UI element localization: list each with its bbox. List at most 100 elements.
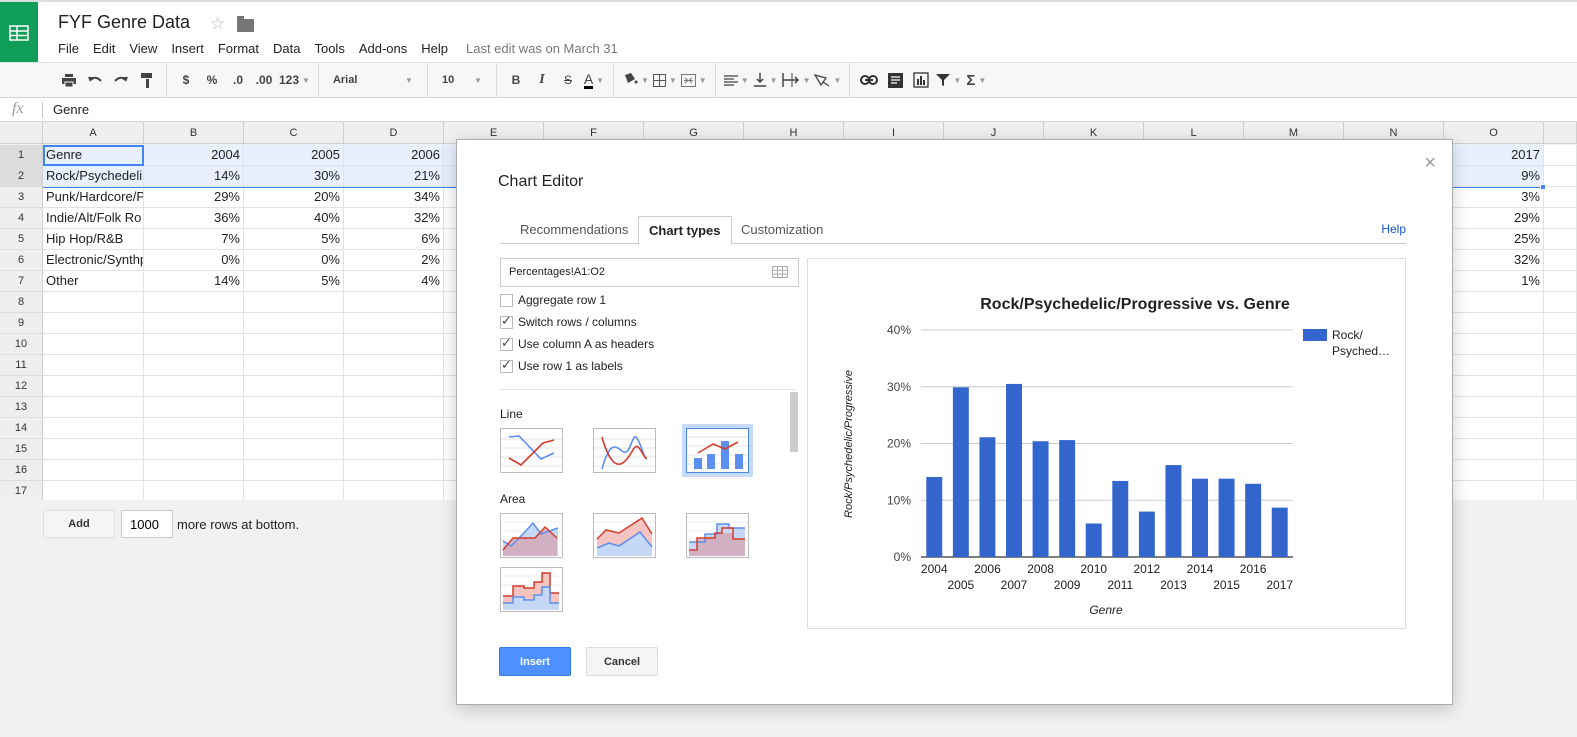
folder-icon[interactable] [237, 16, 255, 32]
close-icon[interactable]: × [1424, 152, 1436, 175]
cell-c12[interactable] [244, 376, 344, 397]
cell-c14[interactable] [244, 418, 344, 439]
stacked-stepped-area-chart-thumbnail[interactable] [500, 567, 563, 612]
cell-p15[interactable] [1544, 439, 1577, 460]
cell-c3[interactable]: 20% [244, 187, 344, 208]
fill-color-button[interactable]: ▼ [622, 68, 649, 92]
row-header-16[interactable]: 16 [0, 460, 43, 481]
strikethrough-button[interactable]: S [557, 68, 579, 92]
cell-p7[interactable] [1544, 271, 1577, 292]
more-formats-button[interactable]: 123 ▼ [279, 68, 310, 92]
cell-o14[interactable] [1444, 418, 1544, 439]
menu-data[interactable]: Data [273, 41, 300, 56]
italic-button[interactable]: I [531, 68, 553, 92]
cell-o12[interactable] [1444, 376, 1544, 397]
bar-2012[interactable] [1138, 511, 1155, 557]
cell-b10[interactable] [144, 334, 244, 355]
cell-a12[interactable] [43, 376, 144, 397]
bar-2005[interactable] [952, 387, 969, 557]
cell-p12[interactable] [1544, 376, 1577, 397]
row-header-17[interactable]: 17 [0, 481, 43, 502]
cell-d10[interactable] [344, 334, 444, 355]
bar-2008[interactable] [1032, 441, 1049, 557]
cell-d13[interactable] [344, 397, 444, 418]
column-header-a[interactable]: A [43, 122, 144, 144]
cell-o17[interactable] [1444, 481, 1544, 502]
use-row-1-labels-checkbox[interactable]: Use row 1 as labels [500, 357, 623, 373]
cell-p10[interactable] [1544, 334, 1577, 355]
cell-c7[interactable]: 5% [244, 271, 344, 292]
tab-customization[interactable]: Customization [731, 216, 833, 244]
menu-file[interactable]: File [58, 41, 79, 56]
cell-o2[interactable]: 9% [1444, 166, 1544, 187]
cell-o13[interactable] [1444, 397, 1544, 418]
insert-button[interactable]: Insert [499, 647, 571, 676]
cell-c5[interactable]: 5% [244, 229, 344, 250]
vertical-align-button[interactable]: ▼ [753, 68, 778, 92]
help-link[interactable]: Help [1381, 222, 1406, 236]
cell-p1[interactable] [1544, 145, 1577, 166]
cell-o15[interactable] [1444, 439, 1544, 460]
cell-p2[interactable] [1544, 166, 1577, 187]
star-icon[interactable]: ☆ [210, 14, 225, 34]
fill-handle[interactable] [1540, 184, 1546, 190]
cell-d11[interactable] [344, 355, 444, 376]
row-header-10[interactable]: 10 [0, 334, 43, 355]
cell-o9[interactable] [1444, 313, 1544, 334]
checkbox[interactable] [500, 293, 513, 307]
cell-b6[interactable]: 0% [144, 250, 244, 271]
bar-2015[interactable] [1218, 478, 1235, 557]
cell-b4[interactable]: 36% [144, 208, 244, 229]
column-header-p[interactable] [1544, 122, 1577, 144]
menu-tools[interactable]: Tools [314, 41, 344, 56]
use-column-a-headers-checkbox[interactable]: Use column A as headers [500, 335, 654, 351]
cell-p5[interactable] [1544, 229, 1577, 250]
cell-a11[interactable] [43, 355, 144, 376]
cell-o8[interactable] [1444, 292, 1544, 313]
cell-a13[interactable] [43, 397, 144, 418]
checkbox-checked[interactable] [500, 357, 513, 373]
cell-a3[interactable]: Punk/Hardcore/P [43, 187, 144, 208]
row-header-15[interactable]: 15 [0, 439, 43, 460]
cell-b15[interactable] [144, 439, 244, 460]
decrease-decimal-button[interactable]: .0 [227, 68, 249, 92]
cell-b3[interactable]: 29% [144, 187, 244, 208]
cell-b17[interactable] [144, 481, 244, 502]
sheets-logo[interactable] [0, 2, 38, 63]
cell-d12[interactable] [344, 376, 444, 397]
cell-o16[interactable] [1444, 460, 1544, 481]
cell-p16[interactable] [1544, 460, 1577, 481]
cell-c17[interactable] [244, 481, 344, 502]
cell-c11[interactable] [244, 355, 344, 376]
cell-o6[interactable]: 32% [1444, 250, 1544, 271]
cell-b13[interactable] [144, 397, 244, 418]
row-header-5[interactable]: 5 [0, 229, 43, 250]
combo-chart-thumbnail[interactable] [682, 424, 753, 477]
row-header-6[interactable]: 6 [0, 250, 43, 271]
column-header-c[interactable]: C [244, 122, 344, 144]
cell-d8[interactable] [344, 292, 444, 313]
line-chart-thumbnail[interactable] [500, 428, 563, 473]
bar-2017[interactable] [1271, 507, 1288, 557]
menu-view[interactable]: View [129, 41, 157, 56]
formula-input[interactable]: Genre [53, 102, 89, 117]
text-color-button[interactable]: A ▼ [583, 68, 605, 92]
cell-d7[interactable]: 4% [344, 271, 444, 292]
row-header-2[interactable]: 2 [0, 166, 43, 187]
cell-a8[interactable] [43, 292, 144, 313]
bar-2014[interactable] [1192, 478, 1208, 557]
cell-b1[interactable]: 2004 [144, 145, 244, 166]
font-family-select[interactable]: Arial ▼ [327, 68, 419, 92]
cell-d1[interactable]: 2006 [344, 145, 444, 166]
cell-a16[interactable] [43, 460, 144, 481]
chart-types-scrollbar[interactable] [790, 392, 798, 452]
cell-o4[interactable]: 29% [1444, 208, 1544, 229]
add-rows-count-input[interactable] [121, 510, 173, 538]
cell-p6[interactable] [1544, 250, 1577, 271]
checkbox-checked[interactable] [500, 335, 513, 351]
cell-o10[interactable] [1444, 334, 1544, 355]
font-size-select[interactable]: 10 ▼ [436, 68, 488, 92]
cell-a7[interactable]: Other [43, 271, 144, 292]
insert-chart-button[interactable] [910, 68, 932, 92]
merge-cells-button[interactable]: ▼ [680, 68, 707, 92]
